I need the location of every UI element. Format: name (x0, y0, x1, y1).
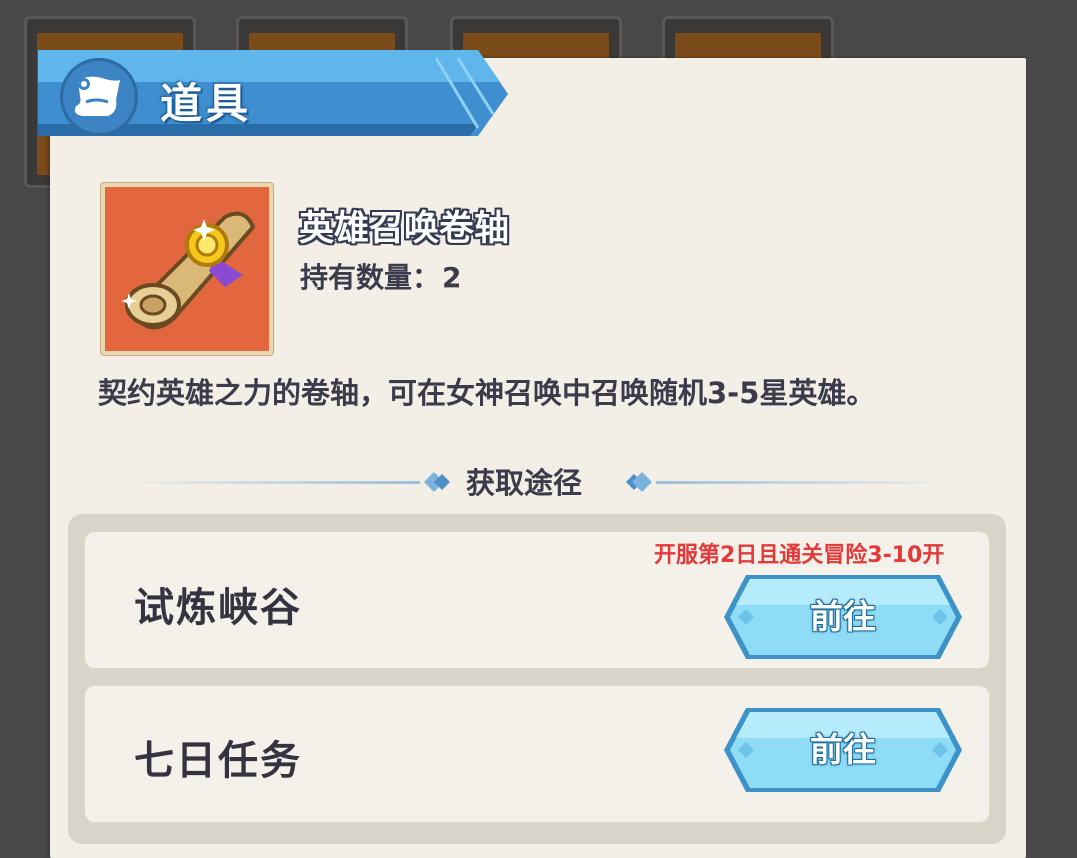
diamond-ornament-right-icon (620, 470, 656, 498)
go-button[interactable]: 前往 (720, 704, 966, 796)
panel-title: 道具 (160, 79, 253, 128)
source-name: 七日任务 (134, 738, 302, 784)
item-description: 契约英雄之力的卷轴，可在女神召唤中召唤随机3-5星英雄。 (98, 376, 876, 410)
unlock-condition: 开服第2日且通关冒险3-10开 (654, 543, 945, 568)
item-count: 持有数量：2 (300, 256, 462, 296)
hero-summon-scroll-icon (101, 183, 273, 355)
item-count-label: 持有数量： (300, 261, 441, 294)
item-count-value: 2 (442, 261, 462, 294)
go-button[interactable]: 前往 (720, 571, 966, 663)
diamond-ornament-left-icon (420, 470, 456, 498)
divider-right (656, 481, 956, 484)
go-button-label: 前往 (810, 597, 876, 636)
section-title: 获取途径 (466, 466, 583, 500)
scroll-icon (60, 58, 138, 136)
go-button-label: 前往 (810, 730, 876, 769)
item-name: 英雄召唤卷轴 (299, 209, 510, 249)
divider-left (120, 481, 420, 484)
source-name: 试炼峡谷 (134, 585, 302, 631)
